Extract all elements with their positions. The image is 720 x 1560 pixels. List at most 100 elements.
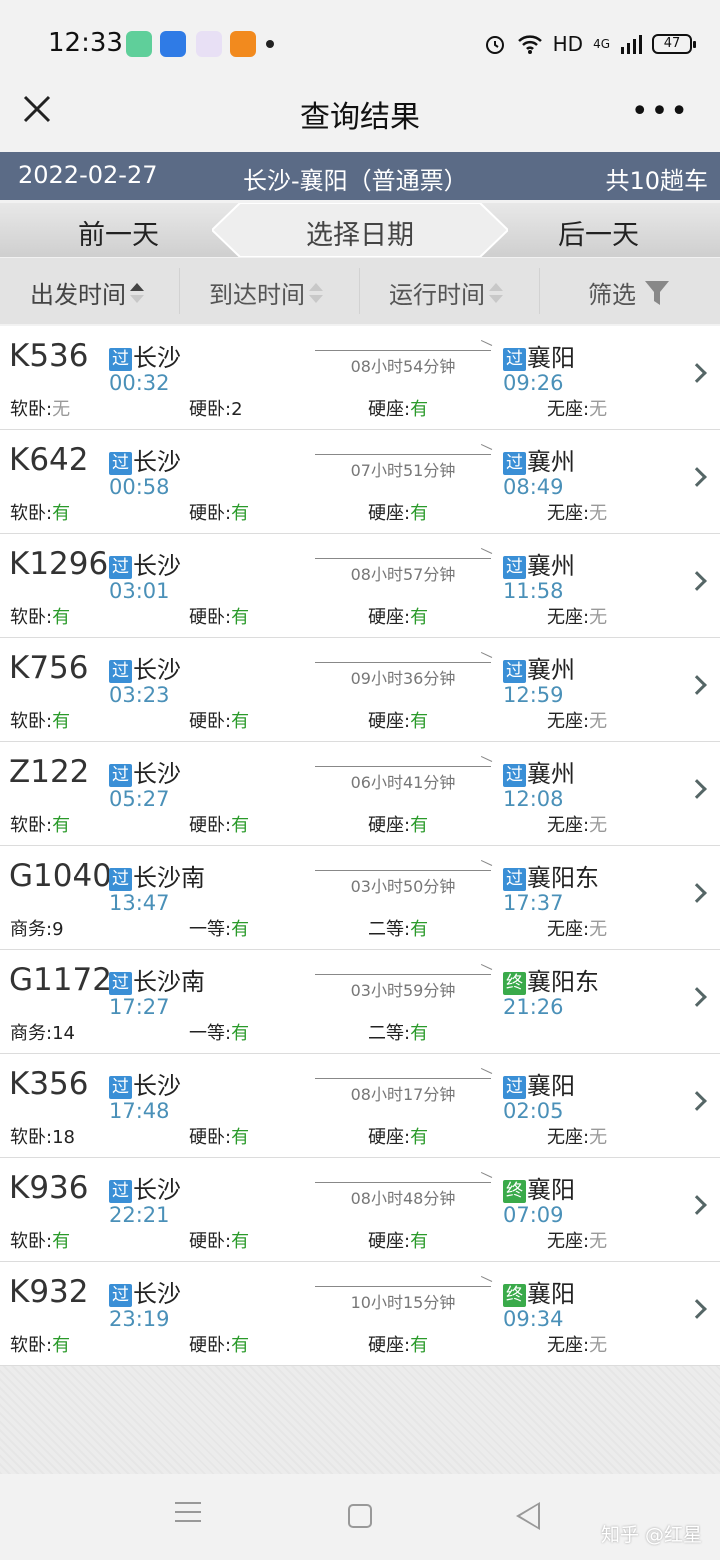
- network-type: HD: [552, 32, 584, 56]
- seat-type-label: 硬卧:: [189, 815, 232, 836]
- chevron-right-icon[interactable]: [687, 779, 707, 799]
- sort-by-depart-time[interactable]: 出发时间: [30, 275, 144, 310]
- previous-day-button[interactable]: 前一天: [78, 213, 159, 252]
- seat-availability-value: 无: [589, 815, 608, 836]
- filter-label: 筛选: [588, 281, 636, 309]
- seat-availability-value: 无: [589, 503, 608, 524]
- to-station: 终襄阳东: [503, 962, 599, 997]
- to-station-name: 襄州: [527, 552, 575, 580]
- station-type-badge: 过: [109, 764, 132, 787]
- train-row[interactable]: Z122 过长沙 05:27 06小时41分钟过襄州 12:08 软卧:有 硬卧:有 硬座:有…: [0, 742, 720, 846]
- seat-availability: 软卧:有: [10, 1331, 70, 1357]
- seat-availability-value: 有: [410, 1231, 429, 1252]
- seat-type-label: 无座:: [547, 607, 590, 628]
- route-name: 长沙-襄阳（普通票）: [243, 167, 468, 195]
- chevron-right-icon[interactable]: [687, 675, 707, 695]
- from-station-name: 长沙: [133, 760, 181, 788]
- menu-icon[interactable]: [175, 1502, 201, 1529]
- train-row[interactable]: K356 过长沙 17:48 08小时17分钟过襄阳 02:05 软卧:18 硬卧:有 硬座:…: [0, 1054, 720, 1158]
- seat-availability-value: 有: [52, 711, 71, 732]
- to-station-name: 襄阳东: [527, 864, 599, 892]
- station-type-badge: 过: [109, 348, 132, 371]
- travel-duration: 08小时48分钟: [350, 1189, 456, 1208]
- from-station-name: 长沙: [133, 656, 181, 684]
- chevron-right-icon[interactable]: [687, 467, 707, 487]
- seat-availability: 无座:无: [547, 1123, 607, 1149]
- chevron-right-icon[interactable]: [687, 1299, 707, 1319]
- wifi-icon: [517, 35, 542, 54]
- chevron-right-icon[interactable]: [687, 571, 707, 591]
- seat-availability: 硬卧:有: [189, 707, 249, 733]
- seat-availability: 无座:无: [547, 811, 607, 837]
- train-row[interactable]: K1296 过长沙 03:01 08小时57分钟过襄州 11:58 软卧:有 硬卧:有 硬座:…: [0, 534, 720, 638]
- battery-icon: 47: [652, 34, 696, 54]
- filter-icon: [645, 280, 669, 305]
- filter-button[interactable]: 筛选: [588, 275, 670, 310]
- train-row[interactable]: K536 过长沙 00:32 08小时54分钟过襄阳 09:26 软卧:无 硬卧:2 硬座:有…: [0, 326, 720, 430]
- train-row[interactable]: K936 过长沙 22:21 08小时48分钟终襄阳 07:09 软卧:有 硬卧:有 硬座:有…: [0, 1158, 720, 1262]
- station-type-badge: 终: [503, 1180, 526, 1203]
- travel-duration: 03小时50分钟: [350, 877, 456, 896]
- sort-duration-label: 运行时间: [389, 281, 485, 309]
- sort-bar: 出发时间 到达时间 运行时间 筛选: [0, 258, 720, 324]
- seat-type-label: 无座:: [547, 815, 590, 836]
- seat-type-label: 软卧:: [10, 1335, 53, 1356]
- sort-by-arrive-time[interactable]: 到达时间: [209, 275, 323, 310]
- chevron-right-icon[interactable]: [687, 883, 707, 903]
- seat-type-label: 硬座:: [368, 1127, 411, 1148]
- station-type-badge: 过: [109, 868, 132, 891]
- chevron-right-icon[interactable]: [687, 987, 707, 1007]
- to-station-name: 襄州: [527, 760, 575, 788]
- seat-availability: 软卧:有: [10, 811, 70, 837]
- duration-arrow-icon: [315, 870, 491, 871]
- seat-availability-value: 有: [231, 1335, 250, 1356]
- page-title: 查询结果: [300, 100, 420, 135]
- seat-availability: 硬座:有: [368, 499, 428, 525]
- taobao-app-icon: [230, 31, 256, 57]
- seat-type-label: 一等:: [189, 919, 232, 940]
- from-station: 过长沙: [109, 650, 181, 685]
- seat-availability: 软卧:无: [10, 395, 70, 421]
- seat-type-label: 硬座:: [368, 1231, 411, 1252]
- divider: [179, 268, 180, 314]
- station-type-badge: 过: [503, 868, 526, 891]
- seat-availability-value: 有: [410, 815, 429, 836]
- chevron-right-icon[interactable]: [687, 1091, 707, 1111]
- seat-availability-value: 有: [231, 919, 250, 940]
- seat-availability: 硬卧:2: [189, 395, 243, 421]
- train-row[interactable]: G1172 过长沙南 17:27 03小时59分钟终襄阳东 21:26 商务:14 一等:有…: [0, 950, 720, 1054]
- to-station: 终襄阳: [503, 1170, 575, 1205]
- train-row[interactable]: K642 过长沙 00:58 07小时51分钟过襄州 08:49 软卧:有 硬卧:有 硬座:有…: [0, 430, 720, 534]
- train-row[interactable]: K756 过长沙 03:23 09小时36分钟过襄州 12:59 软卧:有 硬卧:有 硬座:有…: [0, 638, 720, 742]
- next-day-button[interactable]: 后一天: [558, 213, 639, 252]
- seat-type-label: 无座:: [547, 1127, 590, 1148]
- from-station: 过长沙南: [109, 962, 205, 997]
- seat-type-label: 硬座:: [368, 503, 411, 524]
- to-station: 过襄州: [503, 650, 575, 685]
- seat-type-label: 软卧:: [10, 607, 53, 628]
- seat-availability: 硬卧:有: [189, 1331, 249, 1357]
- train-number: Z122: [9, 754, 90, 790]
- train-number: K936: [9, 1170, 89, 1206]
- home-icon[interactable]: [348, 1504, 372, 1528]
- arrive-time: 17:37: [503, 891, 564, 915]
- sort-arrows-icon: [309, 281, 323, 305]
- more-options-button[interactable]: •••: [631, 94, 690, 129]
- train-row[interactable]: K932 过长沙 23:19 10小时15分钟终襄阳 09:34 软卧:有 硬卧:有 硬座:有…: [0, 1262, 720, 1366]
- to-station: 过襄阳东: [503, 858, 599, 893]
- sort-by-duration[interactable]: 运行时间: [389, 275, 503, 310]
- seat-availability: 软卧:有: [10, 1227, 70, 1253]
- from-station: 过长沙: [109, 1274, 181, 1309]
- chevron-right-icon[interactable]: [687, 1195, 707, 1215]
- station-type-badge: 过: [109, 1076, 132, 1099]
- train-row[interactable]: G1040 过长沙南 13:47 03小时50分钟过襄阳东 17:37 商务:9 一等:有二…: [0, 846, 720, 950]
- chevron-right-icon[interactable]: [687, 363, 707, 383]
- to-station-name: 襄阳: [527, 344, 575, 372]
- seat-availability: 硬卧:有: [189, 1123, 249, 1149]
- train-number: K932: [9, 1274, 89, 1310]
- station-type-badge: 过: [109, 556, 132, 579]
- seat-availability-value: 有: [231, 503, 250, 524]
- seat-availability: 无座:无: [547, 395, 607, 421]
- station-type-badge: 过: [503, 348, 526, 371]
- seat-availability-value: 有: [410, 607, 429, 628]
